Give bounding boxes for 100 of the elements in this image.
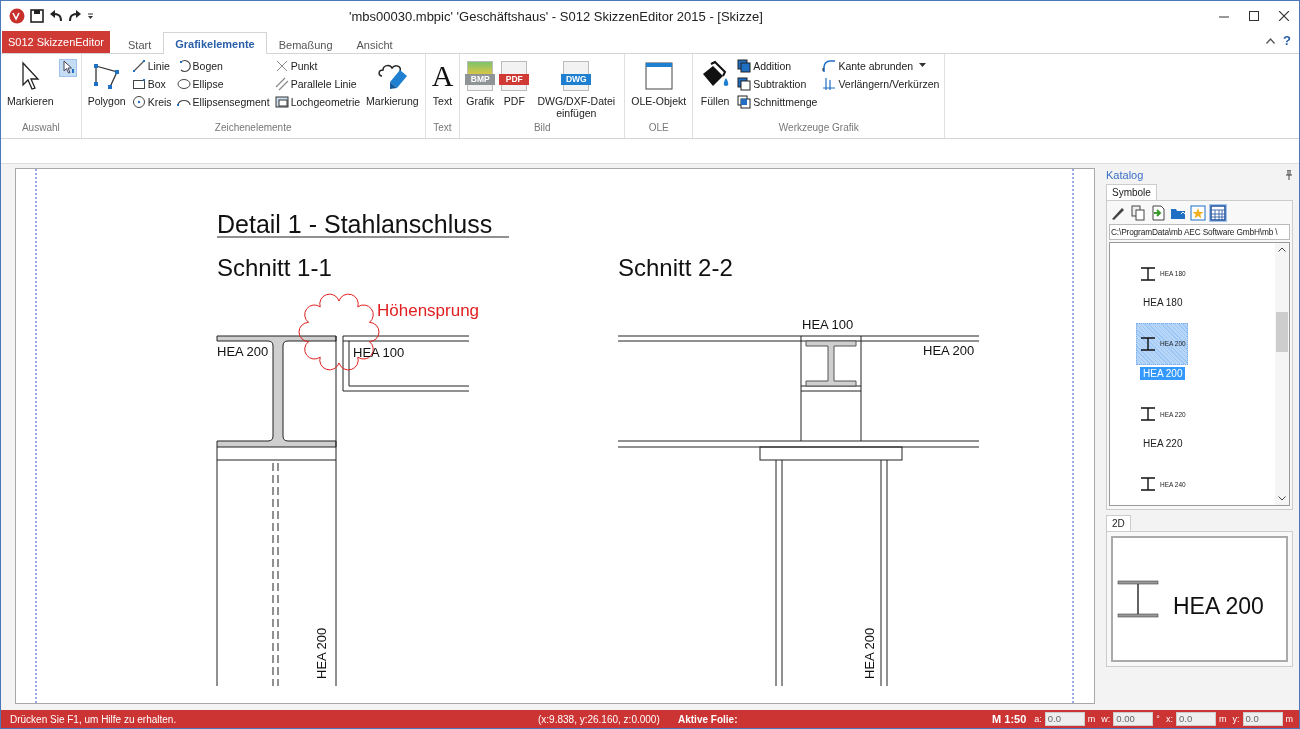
union-icon [737, 58, 752, 73]
file-type-label: DWG [561, 74, 592, 85]
tool-button[interactable]: Markieren [5, 57, 56, 122]
group-label: Werkzeuge Grafik [777, 122, 860, 135]
tool-button[interactable]: Lochgeometrie [273, 93, 362, 110]
subtraction-icon [737, 76, 752, 91]
copy-icon [1130, 205, 1146, 221]
circle-icon [131, 94, 146, 109]
tool-button[interactable]: Subtraktion [736, 75, 819, 92]
tool-button[interactable]: Ellipse [175, 75, 271, 92]
box-icon [131, 76, 146, 91]
profile-label: HEA 100 [802, 317, 854, 332]
field-label: y: [1232, 714, 1240, 724]
ribbon-tab[interactable]: Ansicht [344, 34, 405, 54]
toolbar-button[interactable] [1129, 204, 1147, 222]
app-logo-icon [9, 8, 25, 24]
select-mode-toggle[interactable] [58, 59, 77, 77]
panel-tab[interactable]: 2D [1106, 515, 1131, 531]
i-beam-icon [1140, 407, 1156, 422]
star-icon [1190, 205, 1206, 221]
line-icon [131, 58, 146, 73]
tool-button[interactable]: Kante abrunden [821, 57, 941, 74]
tool-button[interactable]: BMP Grafik [464, 57, 497, 122]
symbol-caption[interactable]: HEA 220 [1140, 436, 1186, 450]
tool-button[interactable]: Bogen [175, 57, 271, 74]
ribbon-tab[interactable]: Bemaßung [266, 34, 345, 54]
ellipse-icon [176, 76, 191, 91]
save-icon[interactable] [30, 9, 44, 23]
extend-icon [822, 76, 837, 91]
import-icon [1150, 205, 1166, 221]
unit-label: m [1285, 714, 1293, 724]
group-label: OLE [647, 122, 670, 135]
i-beam-icon [1140, 477, 1156, 492]
unit-label: ° [1156, 714, 1160, 724]
tool-button[interactable]: PDF PDF [499, 57, 530, 122]
preview-label: HEA 200 [1173, 592, 1264, 620]
scale-label: M 1:50 [992, 713, 1027, 725]
maximize-icon[interactable] [1249, 11, 1259, 21]
section-heading: Schnitt 2-2 [618, 254, 733, 281]
input-field[interactable]: 0.00 [1113, 712, 1154, 726]
tool-button[interactable]: Linie [130, 57, 173, 74]
field-label: w: [1101, 714, 1111, 724]
tool-button[interactable]: OLE-Objekt [629, 57, 689, 122]
group-label: Zeichenelemente [213, 122, 293, 135]
app-menu-button[interactable]: S012 SkizzenEditor [2, 31, 110, 53]
tool-button[interactable]: Verlängern/Verkürzen [821, 75, 941, 92]
profile-label: HEA 200 [923, 343, 975, 358]
active-layer-label: Aktive Folie: [678, 713, 738, 725]
profile-label: HEA 200 [217, 344, 269, 359]
tool-button[interactable]: Addition [736, 57, 819, 74]
undo-icon[interactable] [49, 9, 63, 23]
redo-icon[interactable] [68, 9, 82, 23]
customize-icon[interactable] [87, 12, 94, 20]
tool-button[interactable]: Ellipsensegment [175, 93, 271, 110]
rounded-corner-icon [822, 58, 837, 73]
annotation-label: Höhensprung [377, 301, 480, 320]
window-icon [643, 61, 674, 91]
letter-icon: A [431, 60, 454, 92]
tool-button[interactable]: A Text [429, 57, 456, 122]
symbol-caption[interactable]: HEA 180 [1140, 296, 1186, 310]
pencil-icon [1110, 205, 1126, 221]
section-heading: Schnitt 1-1 [217, 254, 332, 281]
tool-button[interactable]: Kreis [130, 93, 173, 110]
ribbon-tab[interactable]: Start [116, 34, 164, 54]
i-beam-icon [1140, 266, 1156, 281]
toolbar-button[interactable] [1209, 204, 1227, 222]
field-label: a: [1034, 714, 1042, 724]
input-field[interactable]: 0.0 [1242, 712, 1283, 726]
ribbon-tab[interactable]: Grafikelemente [163, 32, 267, 54]
profile-label: HEA 200 [314, 627, 329, 679]
tool-button[interactable]: DWG DWG/DXF-Datei einfügen [532, 57, 621, 122]
tool-button[interactable]: Parallele Linie [273, 75, 362, 92]
tool-button[interactable]: Polygon [85, 57, 128, 122]
status-message: Drücken Sie F1, um Hilfe zu erhalten. [10, 713, 178, 725]
panel-tab[interactable]: Symbole [1106, 184, 1157, 200]
group-label: Bild [532, 122, 552, 135]
cross-icon [274, 58, 289, 73]
tool-button[interactable]: Punkt [273, 57, 362, 74]
file-type-label: BMP [465, 74, 496, 85]
input-field[interactable]: 0.0 [1044, 712, 1085, 726]
input-field[interactable]: 0.0 [1176, 712, 1216, 726]
pin-icon[interactable] [1285, 170, 1293, 180]
close-icon[interactable] [1279, 11, 1289, 21]
grid-icon [1210, 205, 1226, 221]
group-label: Text [432, 122, 453, 135]
collapse-ribbon-icon[interactable] [1266, 37, 1276, 44]
tool-button[interactable]: Schnittmenge [736, 93, 819, 110]
scroll-up-icon[interactable] [1278, 247, 1286, 252]
path-field[interactable]: C:\ProgramData\mb AEC Software GmbH\mb \ [1109, 224, 1290, 240]
pointer-icon [60, 60, 75, 74]
scroll-thumb[interactable] [1276, 312, 1288, 352]
tool-button[interactable]: Box [130, 75, 173, 92]
unit-label: m [1219, 714, 1227, 724]
tool-button[interactable]: Markierung [364, 57, 421, 122]
caret-icon [919, 63, 927, 68]
group-label: Auswahl [20, 122, 61, 135]
tool-button[interactable]: Füllen [697, 57, 734, 122]
i-beam-icon [1140, 336, 1156, 351]
scroll-down-icon[interactable] [1278, 496, 1286, 501]
help-button[interactable]: ? [1283, 33, 1291, 48]
